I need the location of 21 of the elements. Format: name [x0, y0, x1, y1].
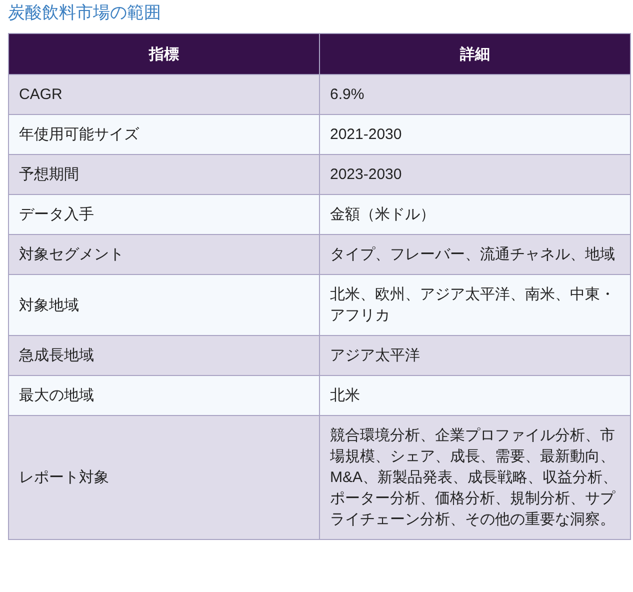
- table-cell: 北米、欧州、アジア太平洋、南米、中東・アフリカ: [320, 274, 630, 336]
- table-cell: 金額（米ドル）: [320, 194, 630, 234]
- table-cell: 年使用可能サイズ: [8, 114, 320, 154]
- table-cell: 対象セグメント: [8, 234, 320, 274]
- table-cell: 北米: [320, 376, 630, 416]
- table-cell: データ入手: [8, 194, 320, 234]
- column-header: 指標: [8, 34, 320, 74]
- table-cell: 6.9%: [320, 74, 630, 114]
- table-cell: アジア太平洋: [320, 336, 630, 376]
- table-cell: 急成長地域: [8, 336, 320, 376]
- table-cell: 対象地域: [8, 274, 320, 336]
- section-title: 炭酸飲料市場の範囲: [8, 2, 162, 24]
- table-cell: 予想期間: [8, 154, 320, 194]
- table-cell: 2023-2030: [320, 154, 630, 194]
- table-cell: 2021-2030: [320, 114, 630, 154]
- table-cell: 最大の地域: [8, 376, 320, 416]
- table-cell: 競合環境分析、企業プロファイル分析、市場規模、シェア、成長、需要、最新動向、M&A、新製品発表、成長戦略、収益分析、ポーター分析、価格分析、規制分析、サプライチェーン分析、その他の重要な洞察。: [320, 416, 630, 540]
- table-cell: レポート対象: [8, 416, 320, 540]
- table-cell: タイプ、フレーバー、流通チャネル、地域: [320, 234, 630, 274]
- column-header: 詳細: [320, 34, 630, 74]
- table-cell: CAGR: [8, 74, 320, 114]
